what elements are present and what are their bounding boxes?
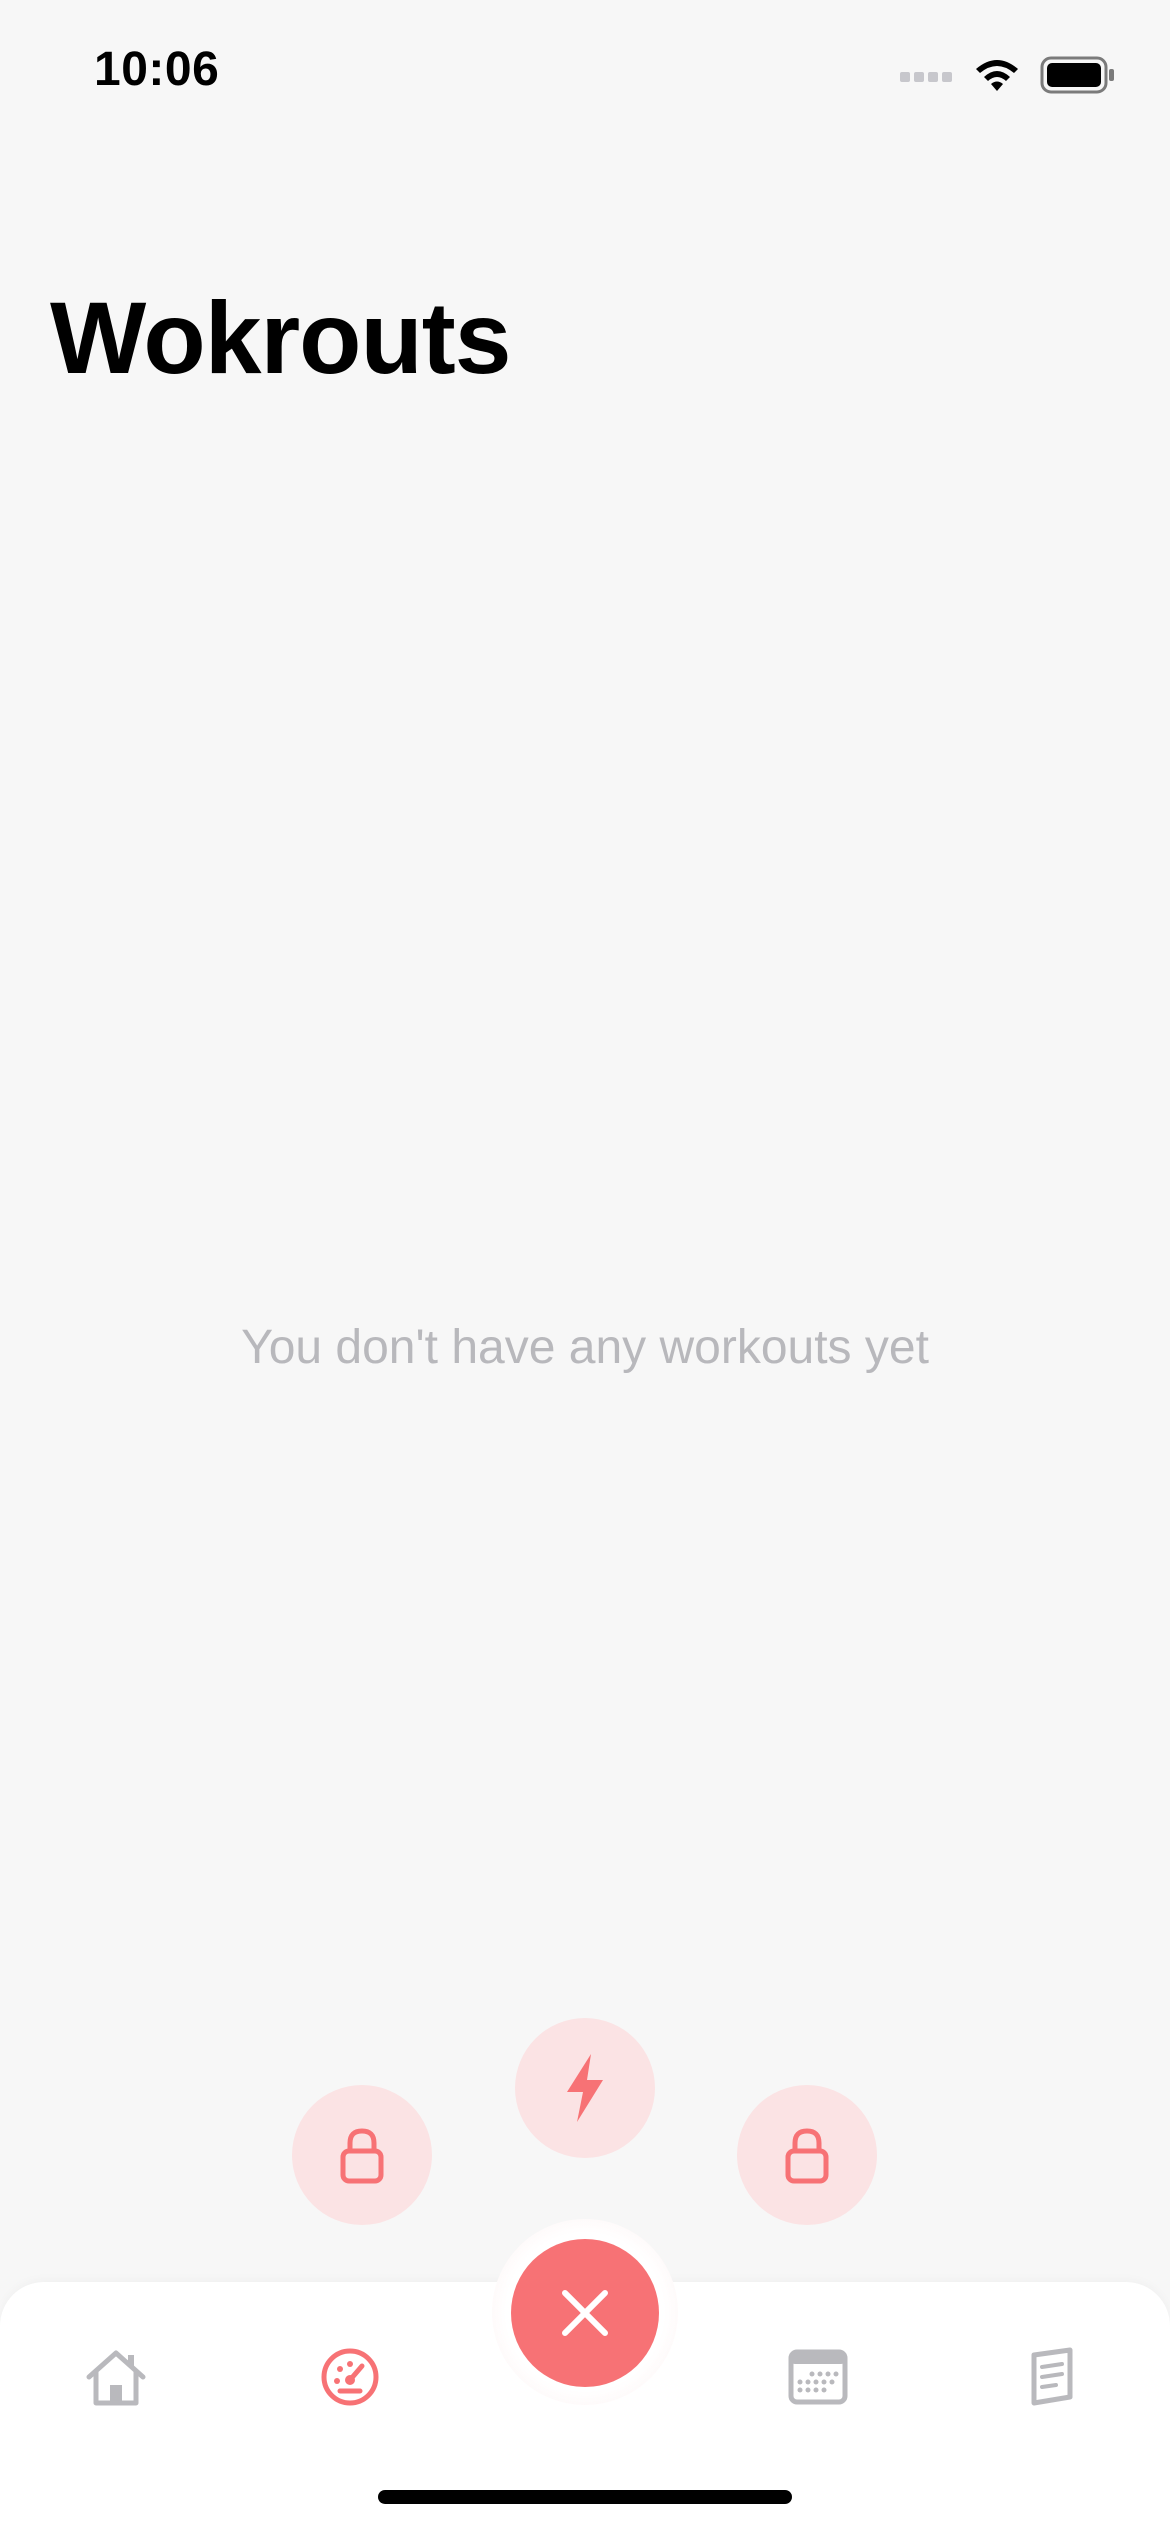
notes-icon [1031, 2347, 1073, 2406]
battery-icon [1040, 56, 1114, 94]
speedometer-icon [321, 2348, 379, 2406]
page-title: Wokrouts [50, 281, 511, 395]
status-time: 10:06 [94, 43, 220, 96]
tab-progress[interactable] [290, 2322, 410, 2432]
quick-workout-option[interactable] [515, 2018, 655, 2158]
tab-home[interactable] [56, 2322, 176, 2432]
home-icon [86, 2350, 146, 2406]
lock-icon [340, 2128, 384, 2184]
wifi-icon [976, 60, 1018, 91]
tab-calendar[interactable] [758, 2322, 878, 2432]
close-icon [562, 2290, 608, 2336]
empty-state-message: You don't have any workouts yet [241, 1321, 929, 1374]
lock-icon [785, 2128, 829, 2184]
cellular-signal-icon [900, 72, 952, 82]
lightning-icon [567, 2054, 603, 2122]
status-bar: 10:06 [0, 0, 1170, 140]
tab-notes[interactable] [992, 2322, 1112, 2432]
locked-workout-option-left[interactable] [292, 2085, 432, 2225]
status-indicators [900, 50, 1116, 100]
close-fab-button[interactable] [511, 2239, 659, 2387]
locked-workout-option-right[interactable] [737, 2085, 877, 2225]
calendar-icon [788, 2349, 848, 2405]
home-indicator [378, 2490, 792, 2504]
